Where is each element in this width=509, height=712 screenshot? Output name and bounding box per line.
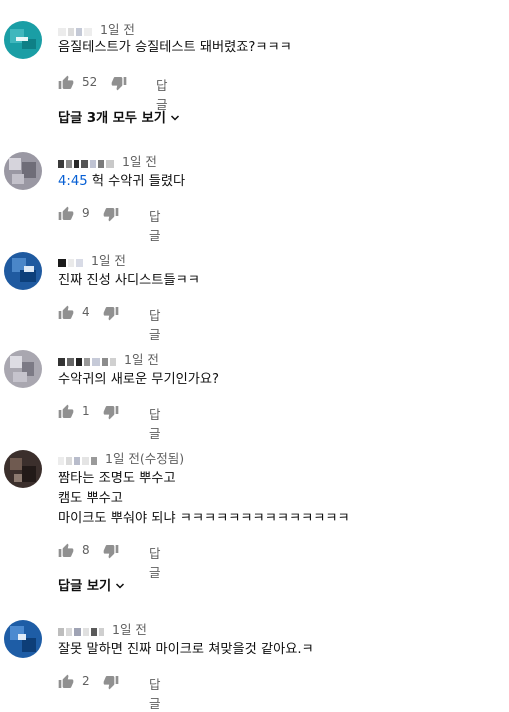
comment-text: 잘못 말하면 진짜 마이크로 쳐맞을것 같아요.ㅋ <box>58 642 314 657</box>
thumb-down-icon[interactable] <box>103 674 119 690</box>
comment-meta: 1일 전 <box>58 19 135 37</box>
comment-text: 진짜 진성 사디스트들ㅋㅋ <box>58 273 200 288</box>
thumb-down-icon[interactable] <box>103 305 119 321</box>
comment-meta: 1일 전 <box>58 151 157 169</box>
chevron-down-icon <box>170 115 179 121</box>
like-count: 52 <box>82 75 98 89</box>
author-name-obscured[interactable] <box>58 156 116 168</box>
chevron-down-icon <box>116 583 125 589</box>
reply-button[interactable]: 답글 <box>149 305 161 343</box>
avatar[interactable] <box>4 152 42 190</box>
author-name-obscured[interactable] <box>58 255 85 267</box>
like-count: 1 <box>82 404 90 418</box>
avatar[interactable] <box>4 252 42 290</box>
reply-button[interactable]: 답글 <box>149 674 161 712</box>
thumb-up-icon[interactable] <box>58 543 74 559</box>
comment-text: 짬타는 조명도 뿌수고 캠도 뿌수고 마이크도 뿌숴야 되냐 ㅋㅋㅋㅋㅋㅋㅋㅋㅋ… <box>58 471 350 526</box>
thumb-up-icon[interactable] <box>58 75 74 91</box>
thumb-down-icon[interactable] <box>103 543 119 559</box>
comment-meta: 1일 전 <box>58 619 147 637</box>
comment-meta: 1일 전 <box>58 250 126 268</box>
timestamp-link[interactable]: 4:45 <box>58 174 88 189</box>
avatar[interactable] <box>4 620 42 658</box>
comment-time[interactable]: 1일 전 <box>91 253 126 268</box>
reply-button[interactable]: 답글 <box>149 543 161 581</box>
avatar[interactable] <box>4 350 42 388</box>
thumb-down-icon[interactable] <box>103 404 119 420</box>
comment-time[interactable]: 1일 전 <box>100 22 135 37</box>
view-replies-button[interactable]: 답글 3개 모두 보기 <box>58 107 181 126</box>
thumb-up-icon[interactable] <box>58 674 74 690</box>
thumb-up-icon[interactable] <box>58 305 74 321</box>
like-count: 4 <box>82 305 90 319</box>
author-name-obscured[interactable] <box>58 453 99 465</box>
avatar[interactable] <box>4 21 42 59</box>
comment-time[interactable]: 1일 전(수정됨) <box>105 451 184 466</box>
view-replies-button[interactable]: 답글 보기 <box>58 575 126 594</box>
reply-button[interactable]: 답글 <box>149 206 161 244</box>
like-count: 9 <box>82 206 90 220</box>
thumb-up-icon[interactable] <box>58 206 74 222</box>
comment-meta: 1일 전 <box>58 349 159 367</box>
comment-time[interactable]: 1일 전 <box>122 154 157 169</box>
comment-text: 4:45 헉 수악귀 들렸다 <box>58 174 186 189</box>
author-name-obscured[interactable] <box>58 624 106 636</box>
comment-text: 음질테스트가 승질테스트 돼버렸죠?ㅋㅋㅋ <box>58 40 292 55</box>
like-count: 8 <box>82 543 90 557</box>
like-count: 2 <box>82 674 90 688</box>
comment-meta: 1일 전(수정됨) <box>58 448 184 466</box>
comment-time[interactable]: 1일 전 <box>124 352 159 367</box>
reply-button[interactable]: 답글 <box>149 404 161 442</box>
comment-text: 수악귀의 새로운 무기인가요? <box>58 372 219 387</box>
thumb-down-icon[interactable] <box>103 206 119 222</box>
avatar[interactable] <box>4 450 42 488</box>
thumb-down-icon[interactable] <box>111 75 127 91</box>
author-name-obscured[interactable] <box>58 354 118 366</box>
thumb-up-icon[interactable] <box>58 404 74 420</box>
comment-time[interactable]: 1일 전 <box>112 622 147 637</box>
author-name-obscured[interactable] <box>58 24 94 36</box>
